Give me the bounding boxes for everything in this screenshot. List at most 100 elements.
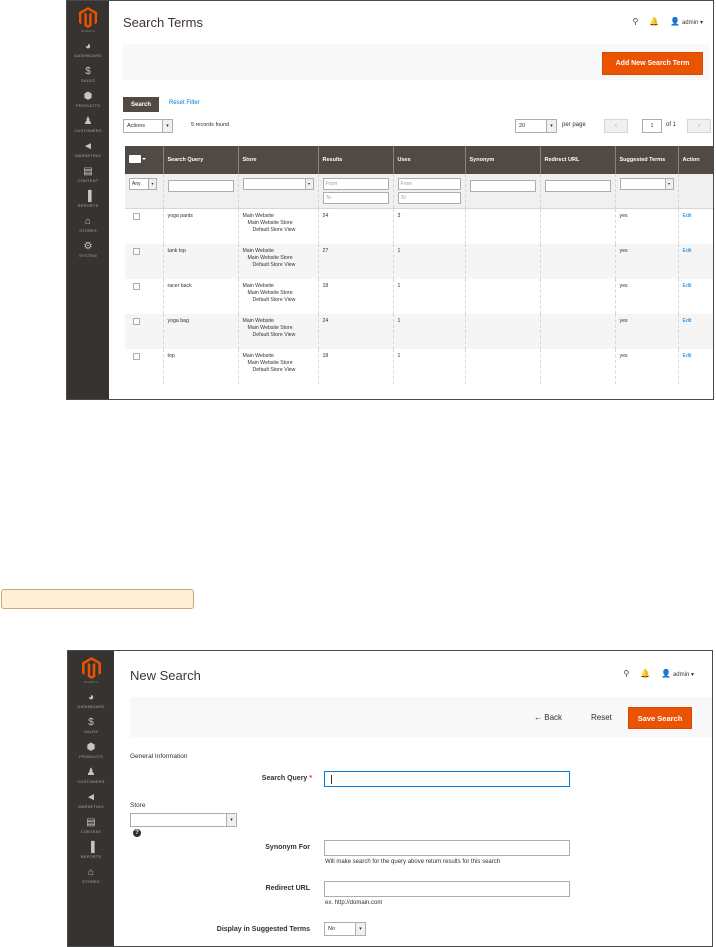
redirect-url-filter-input[interactable] <box>544 180 611 192</box>
suggested-terms-filter-select[interactable]: ▾ <box>619 178 674 190</box>
user-menu[interactable]: 👤 admin ▾ <box>670 17 703 26</box>
redirect-url-cell <box>539 278 615 314</box>
reset-button[interactable]: Reset <box>591 713 612 722</box>
any-filter-select[interactable]: Any ▾ <box>129 178 157 190</box>
synonym-cell <box>464 348 540 384</box>
column-header: Action <box>677 146 713 174</box>
search-button[interactable]: Search <box>123 97 159 112</box>
magento-logo[interactable]: MAGENTO <box>68 651 114 684</box>
sidebar-item-sales[interactable]: $ SALES <box>68 718 114 735</box>
sidebar-item-customers[interactable]: ♟ CUSTOMERS <box>68 768 114 785</box>
cube-icon: ⬢ <box>86 742 96 753</box>
back-button[interactable]: ← Back <box>534 713 562 722</box>
uses-to-input[interactable]: To <box>397 192 461 204</box>
column-header[interactable]: Search Query <box>162 146 238 174</box>
synonym-filter-input[interactable] <box>469 180 536 192</box>
redirect-url-input[interactable] <box>324 881 570 897</box>
chevron-down-icon: ▾ <box>304 179 313 189</box>
row-select-cell <box>125 243 163 279</box>
save-search-button[interactable]: Save Search <box>628 707 692 729</box>
user-icon: 👤 <box>670 17 681 26</box>
row-checkbox[interactable] <box>133 247 140 255</box>
synonym-input[interactable] <box>324 840 570 856</box>
store-filter-select[interactable]: ▾ <box>242 178 314 190</box>
column-header[interactable]: Uses <box>392 146 465 174</box>
row-checkbox[interactable] <box>133 213 140 220</box>
sidebar-item-stores[interactable]: ⌂ STORES <box>67 217 109 234</box>
per-page-select[interactable]: 20 ▾ <box>515 119 557 133</box>
table-row[interactable]: top Main Website Main Website Store Default… <box>125 348 713 384</box>
new-search-screen: MAGENTO ◕ DASHBOARD $ SALES ⬢ PRODUCTS ♟ CUSTOM… <box>67 650 713 947</box>
search-terms-grid: Search Query Store Results Uses Synonym … <box>125 146 713 384</box>
current-page-input[interactable]: 1 <box>642 119 662 133</box>
edit-link[interactable]: Edit <box>677 278 713 314</box>
column-header[interactable]: Store <box>237 146 318 174</box>
edit-link[interactable]: Edit <box>677 348 713 384</box>
edit-link[interactable]: Edit <box>677 243 713 279</box>
sidebar-item-sales[interactable]: $ SALES <box>67 67 109 84</box>
search-query-cell: tank top <box>162 243 238 279</box>
sidebar-item-content[interactable]: ▤ CONTENT <box>67 167 109 184</box>
user-menu[interactable]: 👤 admin ▾ <box>661 669 694 678</box>
mass-actions-select[interactable]: Actions ▾ <box>123 119 173 133</box>
suggested-terms-select[interactable]: No ▾ <box>324 922 366 936</box>
search-icon[interactable]: ⚲ <box>624 669 630 678</box>
column-header[interactable]: Results <box>317 146 393 174</box>
results-from-input[interactable]: From <box>322 178 389 190</box>
sidebar-item-marketing[interactable]: ◄ MARKETING <box>68 793 114 810</box>
sidebar-item-dashboard[interactable]: ◕ DASHBOARD <box>68 693 114 710</box>
uses-from-input[interactable]: From <box>397 178 461 190</box>
sidebar-item-stores[interactable]: ⌂ STORES <box>68 868 114 885</box>
grid-header-row: Search Query Store Results Uses Synonym … <box>125 146 713 174</box>
row-select-cell <box>125 313 163 349</box>
store-select[interactable]: ▾ <box>130 813 237 827</box>
synonym-note: Will make search for the query above ret… <box>325 859 501 865</box>
sidebar-item-system[interactable]: ⚙ SYSTEM <box>67 242 109 259</box>
search-query-input[interactable] <box>324 771 570 787</box>
row-checkbox[interactable] <box>133 282 140 290</box>
edit-link[interactable]: Edit <box>677 313 713 349</box>
magento-logo[interactable]: MAGENTO <box>67 1 109 33</box>
column-header[interactable]: Redirect URL <box>539 146 615 174</box>
add-new-search-term-button[interactable]: Add New Search Term <box>602 52 703 75</box>
sidebar-item-products[interactable]: ⬢ PRODUCTS <box>68 742 114 760</box>
sidebar-item-reports[interactable]: ▐ REPORTS <box>68 843 114 860</box>
table-row[interactable]: yoga bag Main Website Main Website Store De… <box>125 313 713 349</box>
column-header[interactable]: Suggested Terms <box>614 146 678 174</box>
edit-link[interactable]: Edit <box>677 208 713 244</box>
store-scope-line: Main Website Store <box>247 359 293 366</box>
store-cell: Main Website Main Website Store Default St… <box>237 278 318 314</box>
table-row[interactable]: tank top Main Website Main Website Store De… <box>125 243 713 279</box>
sidebar-item-reports[interactable]: ▐ REPORTS <box>67 192 109 209</box>
mass-select-checkbox[interactable] <box>129 155 146 163</box>
column-header[interactable]: Synonym <box>464 146 540 174</box>
previous-page-button[interactable]: ‹ <box>604 119 628 133</box>
mass-select-header[interactable] <box>125 146 163 174</box>
bell-icon[interactable]: 🔔 <box>649 17 659 26</box>
row-checkbox[interactable] <box>133 317 140 325</box>
table-row[interactable]: racer back Main Website Main Website Store… <box>125 278 713 314</box>
page-of-count: of 1 <box>666 122 677 128</box>
sidebar-item-products[interactable]: ⬢ PRODUCTS <box>67 92 109 109</box>
per-page-value: 20 <box>519 123 526 129</box>
table-row[interactable]: yoga pants Main Website Main Website Store… <box>125 208 713 244</box>
reset-filter-link[interactable]: Reset Filter <box>169 100 200 106</box>
section-title: General Information <box>130 753 188 760</box>
sidebar-item-customers[interactable]: ♟ CUSTOMERS <box>67 117 109 134</box>
sidebar-item-dashboard[interactable]: ◕ DASHBOARD <box>67 42 109 59</box>
help-icon[interactable]: ? <box>133 829 141 837</box>
logo-caption: MAGENTO <box>84 681 98 684</box>
bell-icon[interactable]: 🔔 <box>640 669 650 678</box>
sidebar-item-content[interactable]: ▤ CONTENT <box>68 818 114 835</box>
page-actions-band <box>130 697 712 737</box>
uses-cell: 3 <box>392 208 465 244</box>
search-icon[interactable]: ⚲ <box>633 17 639 26</box>
search-query-filter-input[interactable] <box>167 180 234 192</box>
back-button-label: Back <box>544 713 563 722</box>
row-checkbox[interactable] <box>133 352 140 360</box>
sidebar-item-label: MARKETING <box>78 804 104 809</box>
results-to-input[interactable]: To <box>322 192 389 204</box>
redirect-url-cell <box>539 208 615 244</box>
sidebar-item-marketing[interactable]: ◄ MARKETING <box>67 142 109 159</box>
next-page-button[interactable]: › <box>687 119 711 133</box>
